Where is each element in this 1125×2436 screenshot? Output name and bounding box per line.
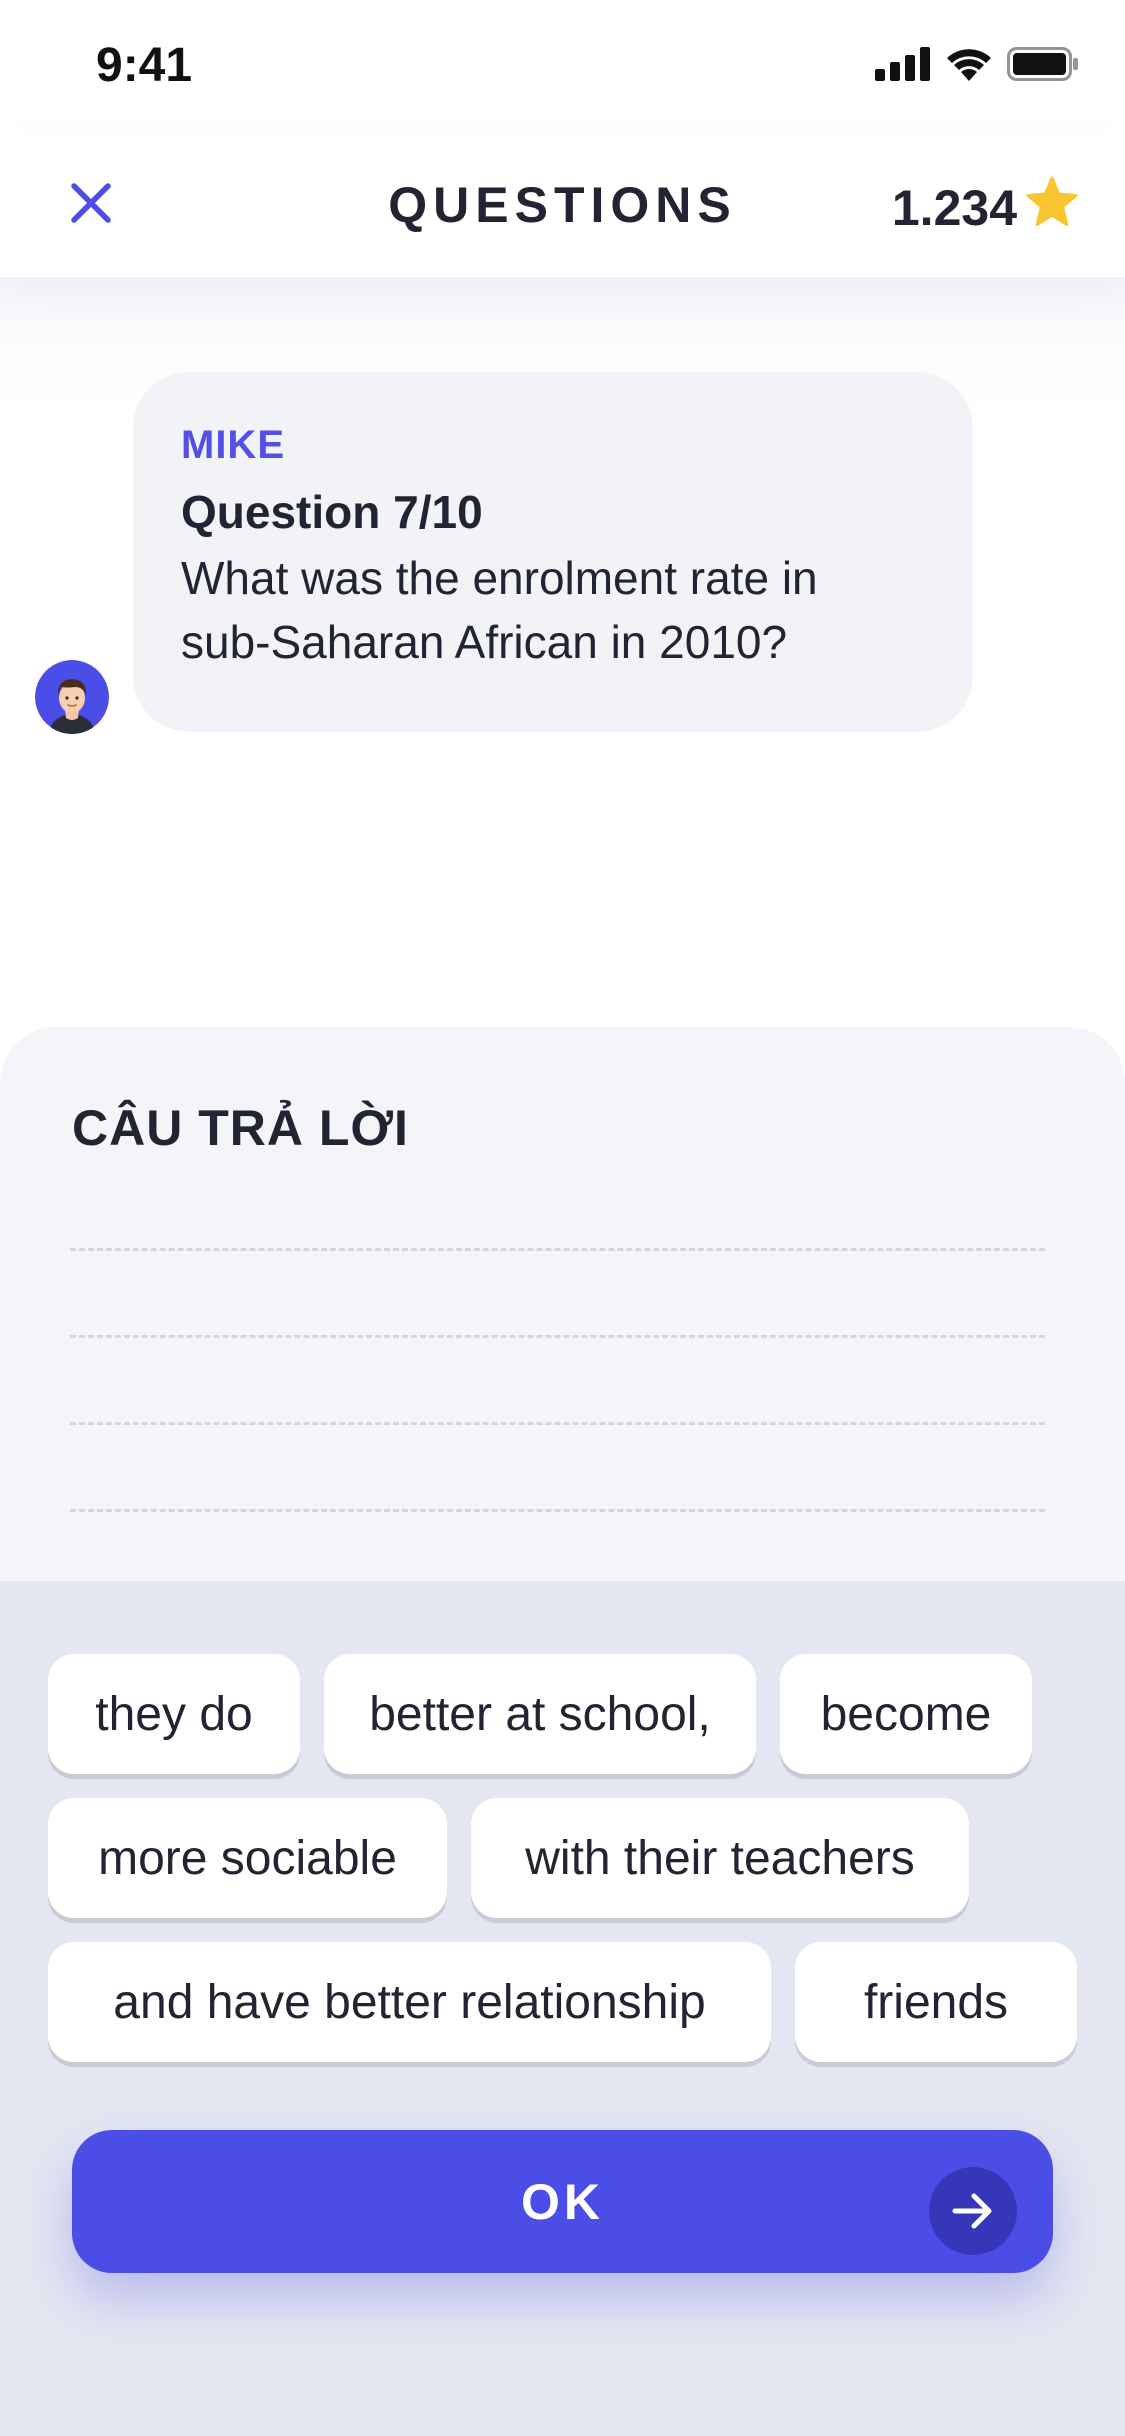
- word-chip[interactable]: with their teachers: [471, 1798, 969, 1918]
- status-icons: [875, 46, 1079, 86]
- wifi-icon: [945, 47, 993, 86]
- battery-icon: [1007, 46, 1079, 86]
- sender-name: MIKE: [181, 423, 285, 467]
- cellular-signal-icon: [875, 46, 931, 86]
- word-chip[interactable]: and have better relationship: [48, 1942, 771, 2062]
- word-chip[interactable]: more sociable: [48, 1798, 447, 1918]
- answer-blank-line[interactable]: [70, 1248, 1045, 1251]
- question-bubble: MIKE Question 7/10 What was the enrolmen…: [133, 372, 973, 732]
- answer-title: CÂU TRẢ LỜI: [72, 1100, 409, 1156]
- question-text-line: What was the enrolment rate in: [181, 552, 818, 604]
- word-bank: they do better at school, become more so…: [0, 1581, 1125, 2436]
- question-text: What was the enrolment rate in sub-Sahar…: [181, 546, 925, 674]
- answer-blank-line[interactable]: [70, 1509, 1045, 1512]
- arrow-right-icon[interactable]: [929, 2167, 1017, 2255]
- answer-blank-line[interactable]: [70, 1422, 1045, 1425]
- word-chip[interactable]: better at school,: [324, 1654, 756, 1774]
- question-number: Question 7/10: [181, 486, 483, 538]
- word-chip[interactable]: they do: [48, 1654, 300, 1774]
- word-chip[interactable]: friends: [795, 1942, 1077, 2062]
- score-display: 1.234: [892, 176, 1079, 240]
- top-navigation-bar: QUESTIONS 1.234: [0, 132, 1125, 277]
- score-value: 1.234: [891, 180, 1017, 236]
- status-time: 9:41: [96, 39, 193, 92]
- question-text-line: sub-Saharan African in 2010?: [181, 616, 788, 668]
- status-bar: 9:41: [0, 0, 1125, 132]
- answer-panel: CÂU TRẢ LỜI they do better at school, be…: [0, 1027, 1125, 2436]
- ok-button-label: OK: [521, 2173, 604, 2230]
- ok-button[interactable]: OK: [72, 2130, 1053, 2273]
- star-icon: [1025, 176, 1079, 240]
- avatar: [35, 660, 109, 734]
- word-chip[interactable]: become: [780, 1654, 1032, 1774]
- answer-blank-line[interactable]: [70, 1335, 1045, 1338]
